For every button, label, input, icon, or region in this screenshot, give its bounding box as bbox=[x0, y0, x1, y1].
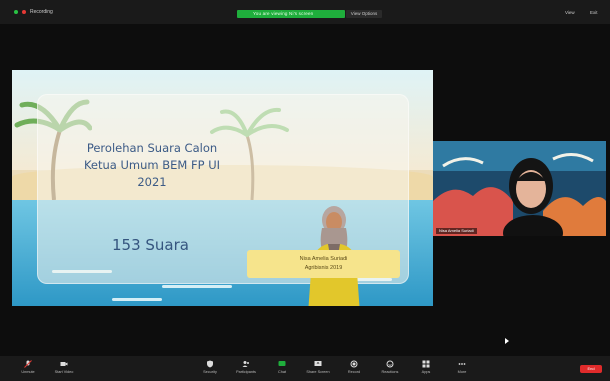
slide-title-line: Perolehan Suara Calon bbox=[86, 141, 218, 155]
candidate-major: Agribisnis 2019 bbox=[304, 265, 343, 271]
vote-count: 153 Suara bbox=[112, 236, 189, 254]
record-icon bbox=[350, 360, 358, 368]
more-dots-icon bbox=[458, 363, 466, 365]
mouse-cursor-icon bbox=[505, 338, 509, 344]
record-button[interactable]: Record bbox=[336, 360, 372, 374]
apps-icon bbox=[422, 360, 430, 368]
start-video-button[interactable]: Start Video bbox=[46, 360, 82, 374]
reactions-button[interactable]: Reactions bbox=[372, 360, 408, 374]
view-options-button[interactable]: View Options bbox=[346, 10, 382, 18]
start-video-label: Start Video bbox=[54, 370, 74, 374]
recording-label: Recording bbox=[30, 9, 53, 15]
unmute-label: Unmute bbox=[21, 370, 35, 374]
wave-decoration bbox=[112, 298, 162, 301]
view-button[interactable]: View bbox=[565, 10, 575, 15]
wave-decoration bbox=[162, 285, 232, 288]
more-label: More bbox=[457, 370, 467, 374]
recording-indicator[interactable]: Recording bbox=[14, 9, 53, 15]
apps-label: Apps bbox=[421, 370, 431, 374]
slide-title-line: 2021 bbox=[137, 175, 167, 189]
reactions-label: Reactions bbox=[381, 370, 399, 374]
candidate-name: Nisa Amelia Suriadi bbox=[299, 256, 348, 262]
candidate-caption: Nisa Amelia Suriadi Agribisnis 2019 bbox=[247, 250, 400, 278]
security-label: Security bbox=[203, 370, 217, 374]
chat-label: Chat bbox=[277, 370, 287, 374]
top-bar: Recording You are viewing Ni's screen Vi… bbox=[0, 0, 610, 24]
share-screen-icon bbox=[314, 361, 322, 366]
status-dot-icon bbox=[14, 10, 18, 14]
record-label: Record bbox=[347, 370, 361, 374]
recording-dot-icon bbox=[22, 10, 26, 14]
security-button[interactable]: Security bbox=[192, 360, 228, 374]
participants-button[interactable]: Participants bbox=[228, 360, 264, 374]
reactions-icon bbox=[386, 360, 394, 368]
share-screen-label: Share Screen bbox=[306, 370, 330, 374]
participants-label: Participants bbox=[236, 370, 256, 374]
share-screen-button[interactable]: Share Screen bbox=[300, 360, 336, 374]
exit-fullscreen-button[interactable]: Exit bbox=[590, 10, 598, 15]
video-background bbox=[433, 141, 606, 236]
chat-button[interactable]: Chat bbox=[264, 360, 300, 374]
participant-video-tile[interactable]: Nisa Amelia Suriadi bbox=[433, 141, 606, 236]
mic-muted-icon bbox=[24, 360, 32, 368]
video-camera-icon bbox=[60, 362, 68, 366]
more-button[interactable]: More bbox=[444, 360, 480, 374]
screen-share-status-banner[interactable]: You are viewing Ni's screen bbox=[237, 10, 345, 18]
participants-icon bbox=[242, 361, 249, 367]
end-meeting-button[interactable]: End bbox=[580, 365, 602, 373]
unmute-button[interactable]: Unmute bbox=[10, 360, 46, 374]
chat-bubble-icon bbox=[278, 361, 286, 366]
shield-icon bbox=[207, 360, 213, 368]
apps-button[interactable]: Apps bbox=[408, 360, 444, 374]
meeting-toolbar: Unmute Start Video Security Participants… bbox=[0, 356, 610, 381]
slide-title: Perolehan Suara Calon Ketua Umum BEM FP … bbox=[67, 140, 237, 191]
slide-title-line: Ketua Umum BEM FP UI bbox=[83, 158, 221, 172]
participant-name-label: Nisa Amelia Suriadi bbox=[436, 228, 477, 234]
